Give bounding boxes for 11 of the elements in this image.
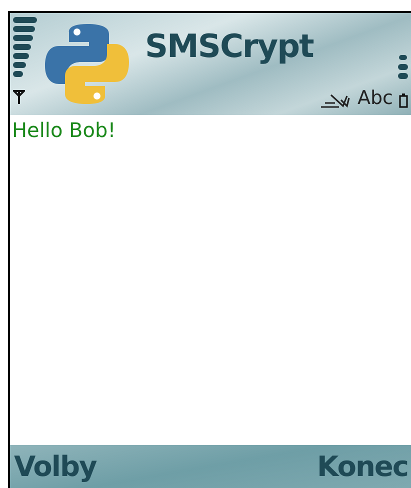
- antenna-icon: [13, 90, 25, 104]
- message-text: Hello Bob!: [12, 118, 116, 142]
- input-mode-indicator: Abc: [357, 89, 393, 108]
- battery-icon: [399, 93, 408, 108]
- pen-icon: [321, 94, 352, 108]
- battery-level-icon: [398, 55, 408, 79]
- app-title: SMSCrypt: [145, 27, 314, 65]
- options-softkey[interactable]: Volby: [14, 450, 96, 483]
- python-logo-icon: [43, 22, 131, 106]
- signal-icon: [13, 17, 37, 77]
- exit-softkey[interactable]: Konec: [317, 450, 408, 483]
